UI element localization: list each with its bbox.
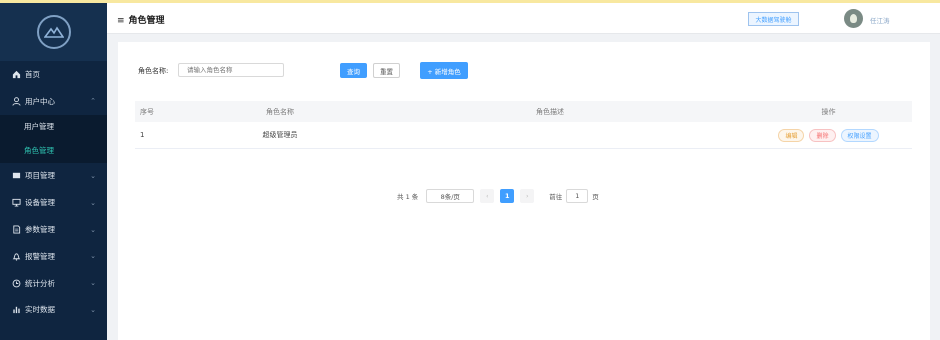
sidebar-item-alarm[interactable]: 报警管理 ⌄	[0, 243, 107, 270]
row-actions: 编辑 删除 权限设置	[745, 128, 912, 142]
sidebar-item-project[interactable]: 项目管理 ⌄	[0, 163, 107, 190]
bar-chart-icon	[11, 305, 21, 315]
column-header: 序号	[140, 107, 154, 116]
goto-page-input[interactable]	[566, 189, 589, 203]
sidebar-item-realtime[interactable]: 实时数据 ⌄	[0, 297, 107, 324]
document-icon	[11, 225, 21, 235]
sidebar-item-device[interactable]: 设备管理 ⌄	[0, 189, 107, 216]
sidebar-item-label: 角色管理	[24, 146, 54, 156]
sidebar-item-user-management[interactable]: 用户管理	[0, 114, 107, 139]
column-header: 操作	[821, 107, 836, 116]
reset-button[interactable]: 重置	[373, 63, 400, 78]
sidebar-item-user-center[interactable]: 用户中心 ⌃	[0, 88, 107, 115]
chevron-down-icon: ⌄	[90, 225, 96, 234]
sidebar-item-home[interactable]: 首页	[0, 61, 107, 88]
avatar[interactable]	[844, 9, 863, 28]
chevron-down-icon: ⌄	[90, 198, 96, 207]
next-page-button[interactable]: ›	[520, 189, 535, 203]
sidebar-nav: 首页 用户中心 ⌃ 用户管理 角色管理 项目管理 ⌄ 设备管理 ⌄ 参数管理 ⌄	[0, 61, 107, 323]
sidebar-item-label: 项目管理	[25, 171, 55, 181]
role-table: 序号 角色名称 角色描述 操作 1 超级管理员 编辑 删除 权限设置	[135, 101, 912, 149]
username[interactable]: 任江涛	[870, 15, 890, 25]
goto-label: 前往	[549, 193, 563, 201]
role-name-input[interactable]	[178, 63, 284, 77]
sidebar-item-label: 设备管理	[25, 198, 55, 208]
chevron-up-icon: ⌃	[90, 97, 96, 106]
chevron-down-icon: ⌄	[90, 305, 96, 314]
logo[interactable]	[0, 3, 107, 61]
sidebar-item-label: 参数管理	[25, 225, 55, 235]
clock-icon	[11, 278, 21, 288]
table-header: 序号 角色名称 角色描述 操作	[135, 101, 912, 122]
main-content: 角色名称: 查询 重置 + 新增角色 序号 角色名称 角色描述 操作 1 超级管…	[118, 42, 930, 340]
sidebar-item-role-management[interactable]: 角色管理	[0, 138, 107, 163]
bell-icon	[11, 251, 21, 261]
user-icon	[11, 96, 21, 106]
page-title: ≡ 角色管理	[117, 16, 165, 26]
menu-toggle-icon[interactable]: ≡	[117, 16, 125, 26]
permission-button[interactable]: 权限设置	[840, 128, 879, 142]
monitor-icon	[11, 198, 21, 208]
home-icon	[11, 69, 21, 79]
edit-button[interactable]: 编辑	[778, 128, 805, 142]
sidebar-item-label: 首页	[25, 69, 40, 79]
logo-mountain-icon	[36, 15, 71, 49]
table-row: 1 超级管理员 编辑 删除 权限设置	[135, 122, 912, 149]
sidebar-item-label: 用户中心	[25, 96, 55, 106]
bigscreen-button[interactable]: 大数据驾驶舱	[748, 12, 799, 26]
total-count: 共 1 条	[397, 193, 419, 201]
column-header: 角色名称	[266, 107, 294, 116]
prev-page-button[interactable]: ‹	[480, 189, 495, 203]
sidebar-item-label: 报警管理	[25, 251, 55, 261]
row-index: 1	[140, 131, 145, 139]
role-name-label: 角色名称:	[138, 67, 169, 75]
sidebar-item-label: 实时数据	[25, 305, 55, 315]
pagination: 共 1 条 8条/页 ‹ 1 › 前往 页	[397, 189, 599, 203]
page-number[interactable]: 1	[500, 189, 515, 203]
column-header: 角色描述	[536, 107, 564, 116]
add-role-button[interactable]: + 新增角色	[420, 62, 468, 79]
query-button[interactable]: 查询	[340, 63, 367, 78]
sidebar-item-params[interactable]: 参数管理 ⌄	[0, 216, 107, 243]
page-size-select[interactable]: 8条/页	[426, 189, 475, 203]
page-suffix: 页	[592, 193, 599, 201]
folder-icon	[11, 171, 21, 181]
chevron-down-icon: ⌄	[90, 279, 96, 288]
sidebar-item-label: 用户管理	[24, 122, 54, 132]
delete-button[interactable]: 删除	[809, 128, 836, 142]
sidebar-item-statistics[interactable]: 统计分析 ⌄	[0, 270, 107, 297]
sidebar: 首页 用户中心 ⌃ 用户管理 角色管理 项目管理 ⌄ 设备管理 ⌄ 参数管理 ⌄	[0, 3, 107, 340]
top-header: ≡ 角色管理 大数据驾驶舱 任江涛	[107, 3, 940, 34]
sidebar-item-label: 统计分析	[25, 278, 55, 288]
chevron-down-icon: ⌄	[90, 171, 96, 180]
row-role-name: 超级管理员	[262, 131, 298, 139]
chevron-down-icon: ⌄	[90, 252, 96, 261]
